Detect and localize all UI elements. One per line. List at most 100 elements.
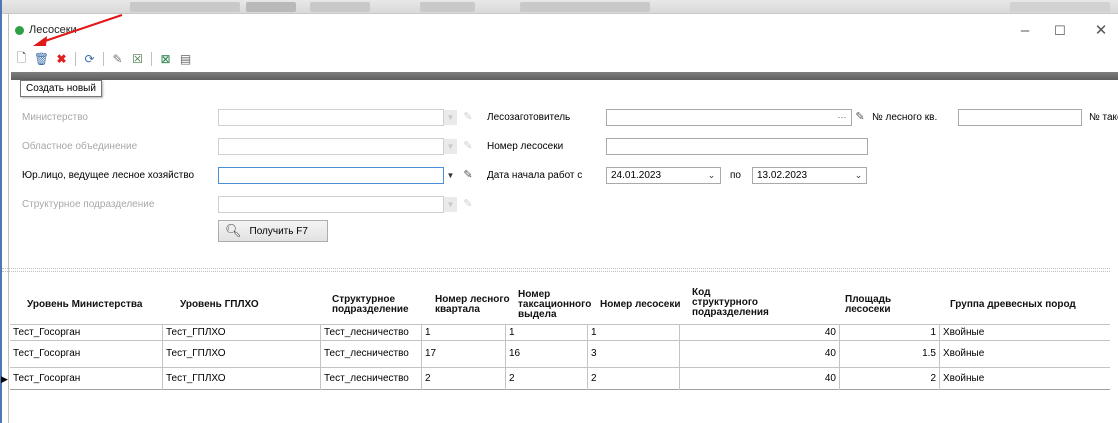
forest-quarter-label: № лесного кв. [872, 112, 938, 123]
delete-cross-icon[interactable]: ✖ [53, 51, 70, 68]
cell-gplho: Тест_ГПЛХО [163, 325, 321, 342]
legal-entity-dropdown-arrow-icon[interactable]: ▼ [444, 168, 457, 183]
header-taxation-unit[interactable]: Номер таксационного выдела [518, 290, 593, 320]
logger-edit-icon[interactable]: ✎ [853, 110, 867, 125]
end-date-label: по [730, 170, 741, 181]
ministry-edit-icon[interactable]: ✎ [461, 110, 475, 125]
get-button-label: Получить F7 [249, 225, 308, 237]
header-cutting-area[interactable]: Площадь лесосеки [845, 295, 915, 315]
logger-field[interactable] [606, 109, 852, 126]
cell-cutting-area: 1 [840, 325, 940, 342]
refresh-icon[interactable]: ⟳ [81, 51, 98, 68]
cutting-number-input[interactable] [606, 138, 868, 155]
forest-quarter-input[interactable] [958, 109, 1082, 126]
cell-cutting-number: 2 [588, 368, 680, 390]
toolbar-separator [151, 52, 152, 66]
cell-cutting-area: 2 [840, 368, 940, 390]
cell-subdivision: Тест_лесничество [321, 368, 422, 390]
logger-label: Лесозаготовитель [487, 112, 571, 123]
minimize-icon[interactable]: – [1014, 20, 1036, 42]
subdivision-label: Структурное подразделение [22, 199, 155, 210]
cell-cutting-number: 3 [588, 341, 680, 368]
header-gplho[interactable]: Уровень ГПЛХО [180, 300, 259, 310]
filter-group-header [11, 72, 1118, 80]
export-excel-icon[interactable]: ⊠ [157, 51, 174, 68]
subdivision-select[interactable] [218, 196, 444, 213]
ministry-select[interactable] [218, 109, 444, 126]
header-cutting-number[interactable]: Номер лесосеки [600, 300, 681, 310]
close-icon[interactable]: ✕ [1090, 20, 1112, 42]
toolbar: 🗋 🗑 ✖ ⟳ ✎ ☒ ⊠ ▤ [9, 48, 1118, 70]
delete-bin-icon[interactable]: 🗑 [33, 51, 50, 68]
cell-cutting-area: 1.5 [840, 341, 940, 368]
legal-entity-select[interactable] [218, 167, 444, 184]
title-bar: Лесосеки – ☐ ✕ [9, 14, 1118, 48]
checkbox-icon[interactable]: ☒ [129, 51, 146, 68]
cell-subdivision: Тест_лесничество [321, 325, 422, 342]
start-date-value: 24.01.2023 [611, 170, 662, 181]
cell-cutting-number: 1 [588, 325, 680, 342]
start-date-label: Дата начала работ с [487, 170, 583, 181]
cell-subdivision: Тест_лесничество [321, 341, 422, 368]
cell-subdivision-code: 40 [680, 341, 840, 368]
regional-select[interactable] [218, 138, 444, 155]
start-date-chevron-icon[interactable]: ⌄ [705, 168, 718, 183]
cell-taxation-unit: 1 [506, 325, 588, 342]
subdivision-edit-icon[interactable]: ✎ [461, 197, 475, 212]
end-date-picker[interactable]: 13.02.2023 [752, 167, 867, 184]
background-tab [246, 2, 296, 12]
start-date-picker[interactable]: 24.01.2023 [606, 167, 721, 184]
cell-taxation-unit: 2 [506, 368, 588, 390]
ministry-dropdown-arrow-icon[interactable]: ▼ [444, 110, 457, 125]
cell-taxation-unit: 16 [506, 341, 588, 368]
table-row[interactable]: Тест_Госорган Тест_ГПЛХО Тест_лесничеств… [10, 341, 1110, 368]
cell-forest-quarter: 17 [422, 341, 506, 368]
calculator-icon[interactable]: ▤ [177, 51, 194, 68]
new-document-icon[interactable]: 🗋 [13, 51, 30, 68]
create-new-tooltip: Создать новый [20, 80, 102, 97]
background-app-tabs [0, 0, 1118, 14]
taxation-label: № такс. [1089, 112, 1118, 123]
background-tab [1010, 2, 1110, 12]
regional-label: Областное объединение [22, 141, 138, 152]
left-edge-bar [0, 0, 2, 423]
header-species-group[interactable]: Группа древесных пород [950, 300, 1076, 310]
table-row-selected[interactable]: ▶ Тест_Госорган Тест_ГПЛХО Тест_лесничес… [1, 368, 1110, 390]
header-subdivision[interactable]: Структурное подразделение [332, 295, 427, 315]
cell-gplho: Тест_ГПЛХО [163, 341, 321, 368]
maximize-icon[interactable]: ☐ [1049, 20, 1071, 42]
cell-ministry: Тест_Госорган [10, 341, 163, 368]
header-forest-quarter[interactable]: Номер лесного квартала [435, 295, 510, 315]
legal-entity-label: Юр.лицо, ведущее лесное хозяйство [22, 170, 195, 181]
logger-browse-icon[interactable]: ··· [835, 110, 849, 125]
get-button[interactable]: 🔍︎ Получить F7 [218, 220, 328, 242]
ministry-label: Министерство [22, 112, 88, 123]
background-tab [310, 2, 370, 12]
header-ministry[interactable]: Уровень Министерства [27, 300, 142, 310]
cutting-number-label: Номер лесосеки [487, 141, 564, 152]
search-icon: 🔍︎ [225, 223, 242, 238]
background-tab [420, 2, 475, 12]
legal-entity-edit-icon[interactable]: ✎ [461, 168, 475, 183]
toolbar-separator [103, 52, 104, 66]
cell-gplho: Тест_ГПЛХО [163, 368, 321, 390]
cell-ministry: Тест_Госорган [10, 368, 163, 390]
regional-dropdown-arrow-icon[interactable]: ▼ [444, 139, 457, 154]
cell-subdivision-code: 40 [680, 368, 840, 390]
background-tab [520, 2, 650, 12]
regional-edit-icon[interactable]: ✎ [461, 139, 475, 154]
background-tab [130, 2, 240, 12]
window-title: Лесосеки [29, 24, 77, 36]
cell-forest-quarter: 2 [422, 368, 506, 390]
cell-species-group: Хвойные [943, 348, 985, 359]
panel-splitter[interactable] [2, 268, 1110, 272]
table-row[interactable]: Тест_Госорган Тест_ГПЛХО Тест_лесничеств… [10, 324, 1110, 342]
subdivision-dropdown-arrow-icon[interactable]: ▼ [444, 197, 457, 212]
toolbar-separator [75, 52, 76, 66]
header-subdivision-code[interactable]: Код структурного подразделения [692, 288, 772, 318]
edit-pencil-icon[interactable]: ✎ [109, 51, 126, 68]
end-date-chevron-icon[interactable]: ⌄ [852, 168, 865, 183]
app-icon [15, 26, 24, 35]
cell-species-group: Хвойные [943, 327, 985, 338]
end-date-value: 13.02.2023 [757, 170, 808, 181]
